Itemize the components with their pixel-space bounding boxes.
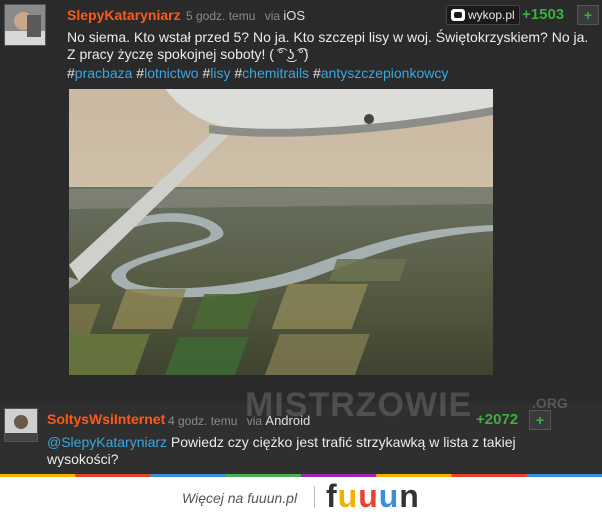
footer-bar: [0, 474, 602, 518]
stripe-segment: [451, 474, 528, 477]
logo-letter: u: [337, 478, 359, 514]
stripe-segment: [225, 474, 302, 477]
reply-text: @SlepyKataryniarz Powiedz czy ciężko jes…: [47, 434, 547, 468]
post-vote-count: +1503: [522, 6, 565, 23]
reply-plus-button[interactable]: +: [529, 410, 551, 430]
stripe-segment: [75, 474, 152, 477]
stripe-segment: [301, 474, 378, 477]
post-meta: 5 godz. temu via iOS: [186, 8, 305, 23]
logo-letter: u: [378, 478, 400, 514]
tag-item[interactable]: #pracbaza: [67, 65, 132, 81]
post-text: No siema. Kto wstał przed 5? No ja. Kto …: [67, 29, 589, 62]
tag-item[interactable]: #lotnictwo: [136, 65, 198, 81]
reply-username[interactable]: SoltysWsiInternet: [47, 411, 165, 427]
post-via: via: [264, 9, 281, 23]
avatar[interactable]: [4, 4, 46, 46]
post-plus-button[interactable]: +: [577, 5, 599, 25]
stripe-segment: [526, 474, 602, 477]
aerial-photo: [69, 89, 493, 375]
stripe-segment: [150, 474, 227, 477]
entry-frame: SlepyKataryniarz 5 godz. temu via iOS wy…: [0, 0, 602, 474]
tag-item[interactable]: #antyszczepionkowcy: [313, 65, 448, 81]
tag-item[interactable]: #chemitrails: [234, 65, 309, 81]
post-time: 5 godz. temu: [186, 9, 256, 23]
reply-mention[interactable]: @SlepyKataryniarz: [47, 434, 167, 450]
stripe-segment: [0, 474, 77, 477]
reply-avatar-image: [5, 409, 37, 441]
footer-divider: [314, 486, 315, 508]
color-stripe: [0, 474, 602, 477]
logo-letter: f: [326, 478, 338, 514]
fuuun-logo[interactable]: fuuun: [326, 478, 420, 515]
wykop-badge[interactable]: wykop.pl: [446, 5, 520, 25]
reply-avatar[interactable]: [4, 408, 38, 442]
wykop-label: wykop.pl: [468, 8, 515, 22]
post-platform[interactable]: iOS: [283, 8, 305, 23]
wykop-icon: [451, 9, 465, 21]
avatar-image: [5, 5, 45, 45]
logo-letter: n: [399, 478, 420, 514]
stripe-segment: [376, 474, 453, 477]
post-username[interactable]: SlepyKataryniarz: [67, 7, 181, 23]
reply-vote-count: +2072: [476, 411, 519, 428]
tag-item[interactable]: #lisy: [202, 65, 230, 81]
post-tags: #pracbaza #lotnictwo #lisy #chemitrails …: [67, 65, 448, 81]
logo-letter: u: [358, 478, 379, 514]
reply-time: 4 godz. temu: [168, 414, 238, 428]
more-link[interactable]: Więcej na fuuun.pl: [182, 490, 297, 506]
post-photo[interactable]: [69, 89, 493, 375]
watermark-org: .ORG: [532, 395, 568, 411]
watermark: MISTRZOWIE: [245, 386, 473, 424]
post: SlepyKataryniarz 5 godz. temu via iOS wy…: [0, 0, 602, 403]
